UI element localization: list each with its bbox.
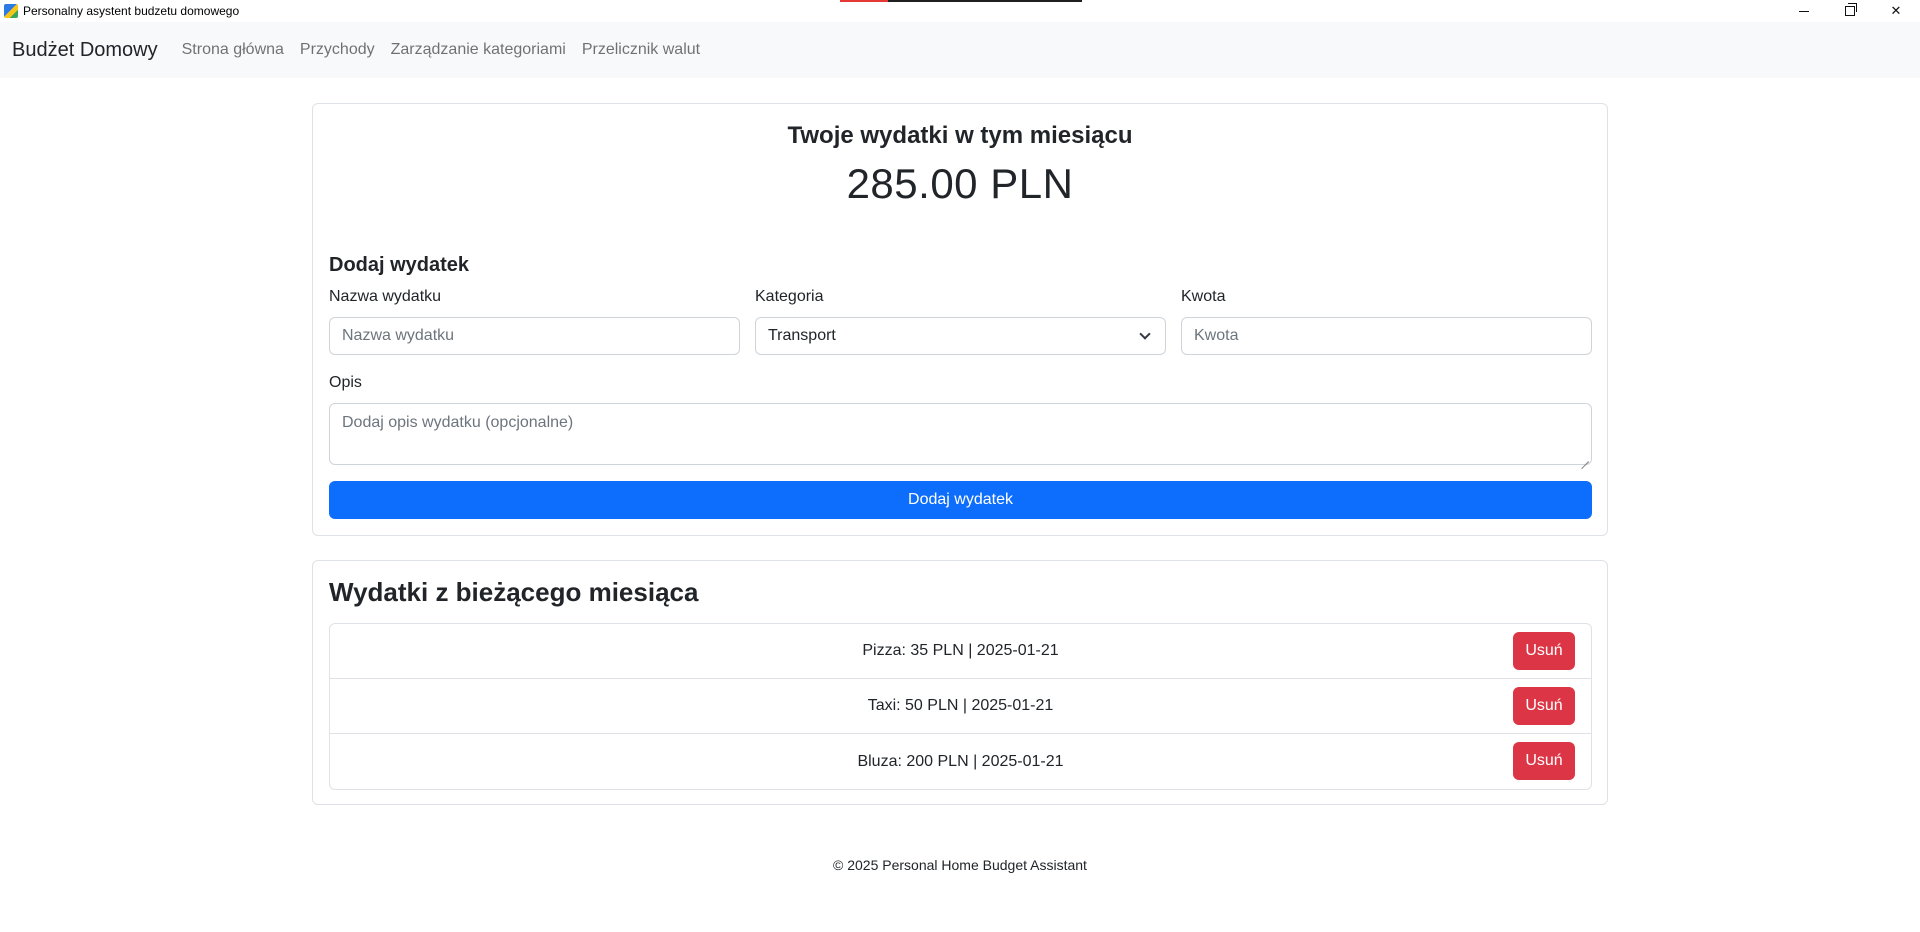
expenses-list-card: Wydatki z bieżącego miesiąca Pizza: 35 P… bbox=[312, 560, 1608, 805]
amount-label: Kwota bbox=[1181, 288, 1226, 305]
list-item: Taxi: 50 PLN | 2025-01-21 Usuń bbox=[330, 679, 1591, 734]
close-icon: ✕ bbox=[1890, 3, 1902, 18]
expense-form-card: Twoje wydatki w tym miesiącu 285.00 PLN … bbox=[312, 103, 1608, 536]
navbar-brand[interactable]: Budżet Domowy bbox=[12, 39, 158, 62]
description-textarea[interactable] bbox=[329, 403, 1592, 465]
category-selected-value: Transport bbox=[768, 327, 836, 344]
list-item: Pizza: 35 PLN | 2025-01-21 Usuń bbox=[330, 624, 1591, 679]
category-select[interactable]: Transport bbox=[755, 317, 1166, 355]
nav-link-currency-converter[interactable]: Przelicznik walut bbox=[582, 41, 700, 59]
minimize-icon bbox=[1799, 10, 1809, 12]
summary-title: Twoje wydatki w tym miesiącu bbox=[787, 122, 1133, 149]
nav-link-income[interactable]: Przychody bbox=[300, 41, 375, 59]
summary-amount: 285.00 PLN bbox=[846, 160, 1074, 207]
expense-item-text: Taxi: 50 PLN | 2025-01-21 bbox=[867, 697, 1054, 714]
add-expense-button[interactable]: Dodaj wydatek bbox=[329, 481, 1592, 519]
titlebar-accent bbox=[840, 0, 1082, 2]
expenses-list-title: Wydatki z bieżącego miesiąca bbox=[329, 577, 699, 607]
expenses-list: Pizza: 35 PLN | 2025-01-21 Usuń Taxi: 50… bbox=[329, 623, 1592, 790]
expense-name-input[interactable] bbox=[329, 317, 740, 355]
close-button[interactable]: ✕ bbox=[1873, 0, 1919, 22]
minimize-button[interactable] bbox=[1781, 0, 1827, 22]
window-title: Personalny asystent budzetu domowego bbox=[23, 4, 240, 18]
nav-link-categories[interactable]: Zarządzanie kategoriami bbox=[391, 41, 566, 59]
chevron-down-icon bbox=[1139, 328, 1151, 340]
navbar: Budżet Domowy Strona główna Przychody Za… bbox=[0, 22, 1920, 78]
window-titlebar: Personalny asystent budzetu domowego ✕ bbox=[0, 0, 1920, 22]
amount-input[interactable] bbox=[1181, 317, 1592, 355]
description-wrapper bbox=[329, 403, 1592, 465]
restore-button[interactable] bbox=[1827, 0, 1873, 22]
nav-link-home[interactable]: Strona główna bbox=[182, 41, 284, 59]
footer-text: © 2025 Personal Home Budget Assistant bbox=[833, 857, 1087, 873]
delete-expense-button[interactable]: Usuń bbox=[1513, 632, 1575, 670]
delete-expense-button[interactable]: Usuń bbox=[1513, 742, 1575, 780]
expense-item-text: Pizza: 35 PLN | 2025-01-21 bbox=[862, 642, 1059, 659]
delete-expense-button[interactable]: Usuń bbox=[1513, 687, 1575, 725]
restore-icon bbox=[1845, 3, 1857, 16]
description-label: Opis bbox=[329, 374, 362, 391]
name-label: Nazwa wydatku bbox=[329, 288, 442, 305]
app-icon bbox=[4, 4, 18, 18]
expense-item-text: Bluza: 200 PLN | 2025-01-21 bbox=[857, 752, 1064, 770]
category-label: Kategoria bbox=[755, 288, 824, 305]
list-item: Bluza: 200 PLN | 2025-01-21 Usuń bbox=[330, 734, 1591, 789]
form-title: Dodaj wydatek bbox=[329, 254, 470, 276]
resize-grip-icon[interactable] bbox=[1581, 454, 1589, 462]
